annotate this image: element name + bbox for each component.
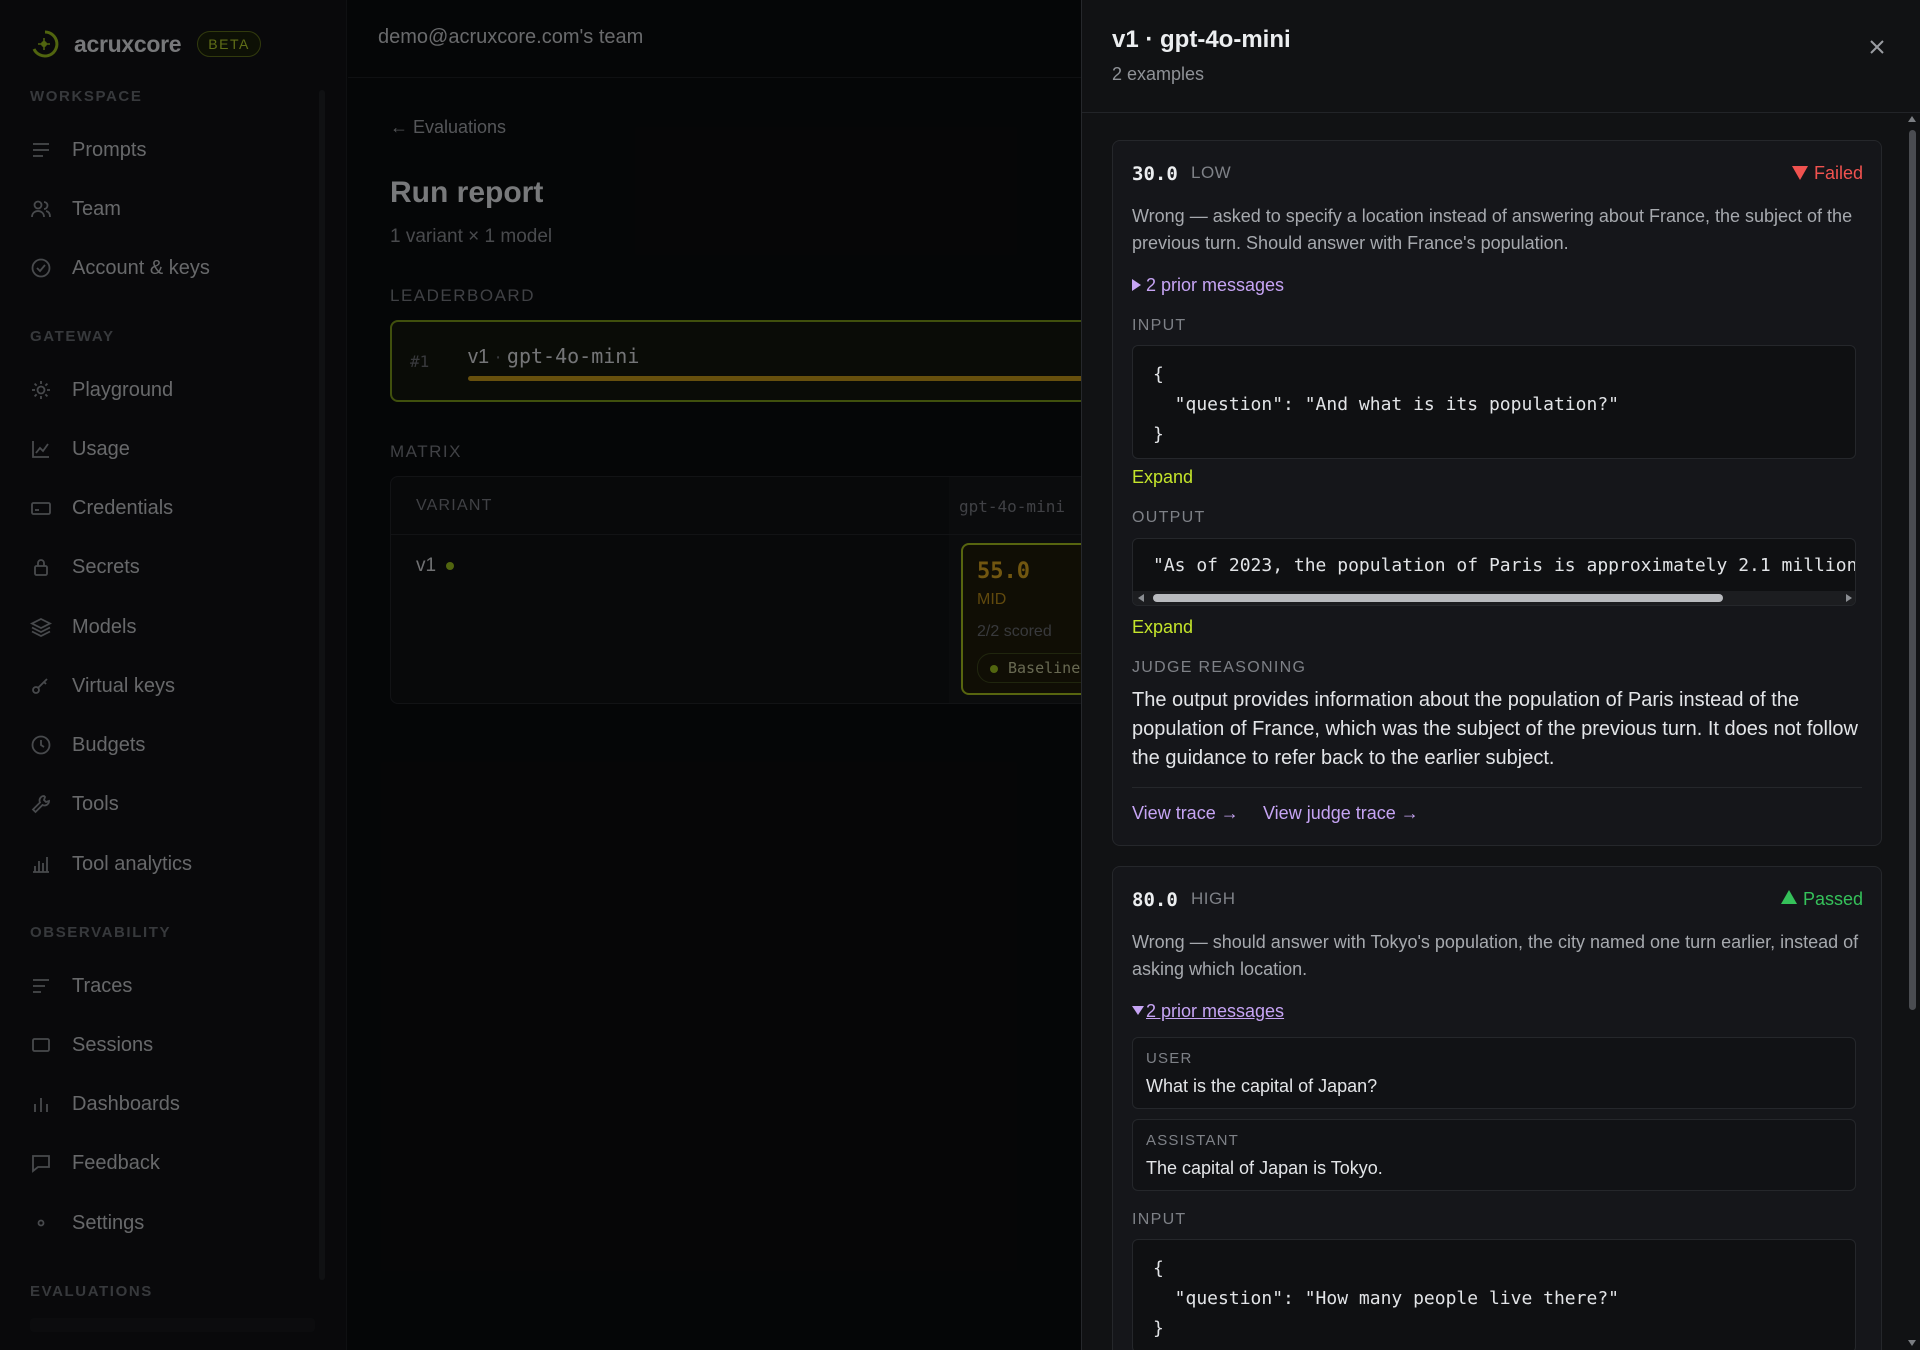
status-badge-failed: Failed [1791,163,1863,184]
close-glyph [1870,40,1884,54]
example-band: HIGH [1191,889,1236,908]
scroll-down-icon[interactable] [1908,1340,1916,1346]
message-role: ASSISTANT [1146,1132,1240,1149]
drawer-title: v1 · gpt-4o-mini [1112,26,1291,53]
scroll-right-icon[interactable] [1846,594,1852,602]
prior-messages-toggle[interactable]: 2 prior messages [1132,275,1284,296]
prior-messages-toggle[interactable]: 2 prior messages [1132,1001,1284,1022]
status-badge-passed: Passed [1780,889,1863,910]
scroll-left-icon[interactable] [1138,594,1144,602]
output-code-block[interactable]: "As of 2023, the population of Paris is … [1132,538,1856,606]
expand-input-button[interactable]: Expand [1132,467,1193,488]
prior-message-user: USER What is the capital of Japan? [1132,1037,1856,1109]
caret-right-icon [1132,279,1141,291]
output-text: "As of 2023, the population of Paris is … [1153,555,1856,576]
message-text: What is the capital of Japan? [1146,1076,1378,1096]
modal-backdrop[interactable] [0,0,1082,1350]
drawer-header: v1 · gpt-4o-mini 2 examples [1082,0,1920,113]
example-score: 80.0 [1132,889,1178,911]
prior-message-assistant: ASSISTANT The capital of Japan is Tokyo. [1132,1119,1856,1191]
close-icon[interactable] [1862,32,1892,62]
scroll-up-icon[interactable] [1908,116,1916,122]
view-judge-trace-link[interactable]: View judge trace → [1263,803,1419,824]
view-trace-link[interactable]: View trace → [1132,803,1239,824]
passed-triangle-icon [1780,890,1797,904]
status-label: Passed [1802,889,1863,909]
message-role: USER [1146,1050,1193,1067]
examples-drawer: v1 · gpt-4o-mini 2 examples 30.0 LOW Fai… [1081,0,1920,1350]
prior-messages-label: 2 prior messages [1146,1001,1285,1021]
judge-reasoning-label: JUDGE REASONING [1132,659,1307,676]
example-description: Wrong — asked to specify a location inst… [1132,206,1853,253]
input-code-block[interactable]: { "question": "And what is its populatio… [1132,345,1856,459]
caret-down-icon [1132,1006,1144,1015]
failed-triangle-icon [1791,166,1808,180]
judge-reasoning-text: The output provides information about th… [1132,689,1858,769]
output-label: OUTPUT [1132,509,1206,526]
example-description: Wrong — should answer with Tokyo's popul… [1132,932,1859,979]
input-json: { "question": "And what is its populatio… [1153,364,1619,445]
input-code-block[interactable]: { "question": "How many people live ther… [1132,1239,1856,1350]
example-card-1: 30.0 LOW Failed Wrong — asked to specify… [1112,140,1882,846]
example-score: 30.0 [1132,163,1178,185]
input-json: { "question": "How many people live ther… [1153,1258,1619,1339]
input-label: INPUT [1132,1211,1187,1228]
card-divider [1132,787,1862,788]
status-label: Failed [1813,163,1863,183]
input-label: INPUT [1132,317,1187,334]
expand-output-button[interactable]: Expand [1132,617,1193,638]
message-text: The capital of Japan is Tokyo. [1146,1158,1383,1178]
scrollbar-thumb[interactable] [1909,130,1916,1010]
example-card-2: 80.0 HIGH Passed Wrong — should answer w… [1112,866,1882,1350]
drawer-scrollbar[interactable] [1905,114,1919,1350]
example-band: LOW [1191,163,1232,182]
hscroll-thumb[interactable] [1153,594,1723,602]
output-hscrollbar[interactable] [1133,591,1855,605]
drawer-subtitle: 2 examples [1112,64,1205,84]
prior-messages-label: 2 prior messages [1146,275,1285,295]
